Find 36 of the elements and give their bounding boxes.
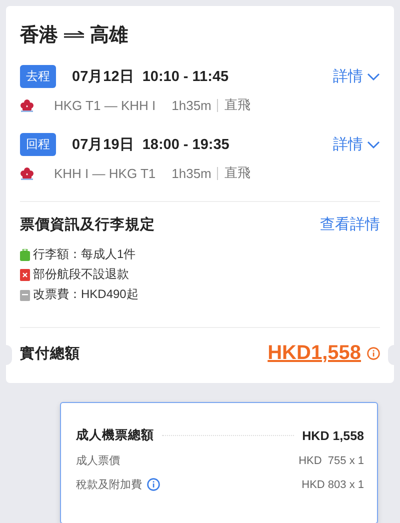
rule-text: 行李額：每成人1件 [33,247,136,262]
breakdown-title: 成人機票總額 [76,427,154,444]
cross-icon [20,268,30,280]
chevron-down-icon [367,140,380,148]
suitcase-icon [20,248,30,260]
round-trip-icon [64,31,84,39]
chevron-down-icon [367,72,380,80]
trip-label: 去程 [20,65,56,88]
flight-time: 07月19日 18:00 - 19:35 [72,136,230,154]
flower-logo-icon [20,166,34,180]
total-amount[interactable]: HKD1,558 [268,342,361,365]
view-details-link[interactable]: 查看詳情 [320,215,380,234]
duration-text: 1h35m [172,98,212,112]
route-text: HKG T1 — KHH I [54,98,156,112]
stops-text: 直飛 [224,96,250,114]
line-value: HKD 755 x 1 [298,454,364,466]
section-title: 票價資訊及行李規定 [20,216,155,234]
flower-logo-icon [20,98,34,112]
origin-city: 香港 [20,24,58,48]
destination-city: 高雄 [90,24,128,48]
total-label: 實付總額 [20,344,80,363]
flight-time: 07月12日 10:10 - 11:45 [72,68,230,86]
trip-label: 回程 [20,133,56,156]
line-label: 成人票價 [76,454,120,468]
rule-text: 部份航段不設退款 [33,267,129,282]
info-icon [367,347,380,360]
info-icon [147,478,160,491]
stops-text: 直飛 [224,164,250,182]
rule-text: 改票費：HKD490起 [33,287,138,302]
route-text: KHH I — HKG T1 [54,166,156,180]
breakdown-amount: HKD 1,558 [302,428,364,442]
details-link[interactable]: 詳情 [333,67,380,86]
details-link[interactable]: 詳情 [333,135,380,154]
duration-text: 1h35m [172,166,212,180]
line-label: 稅款及附加費 [76,478,142,492]
line-value: HKD 803 x 1 [302,478,364,490]
